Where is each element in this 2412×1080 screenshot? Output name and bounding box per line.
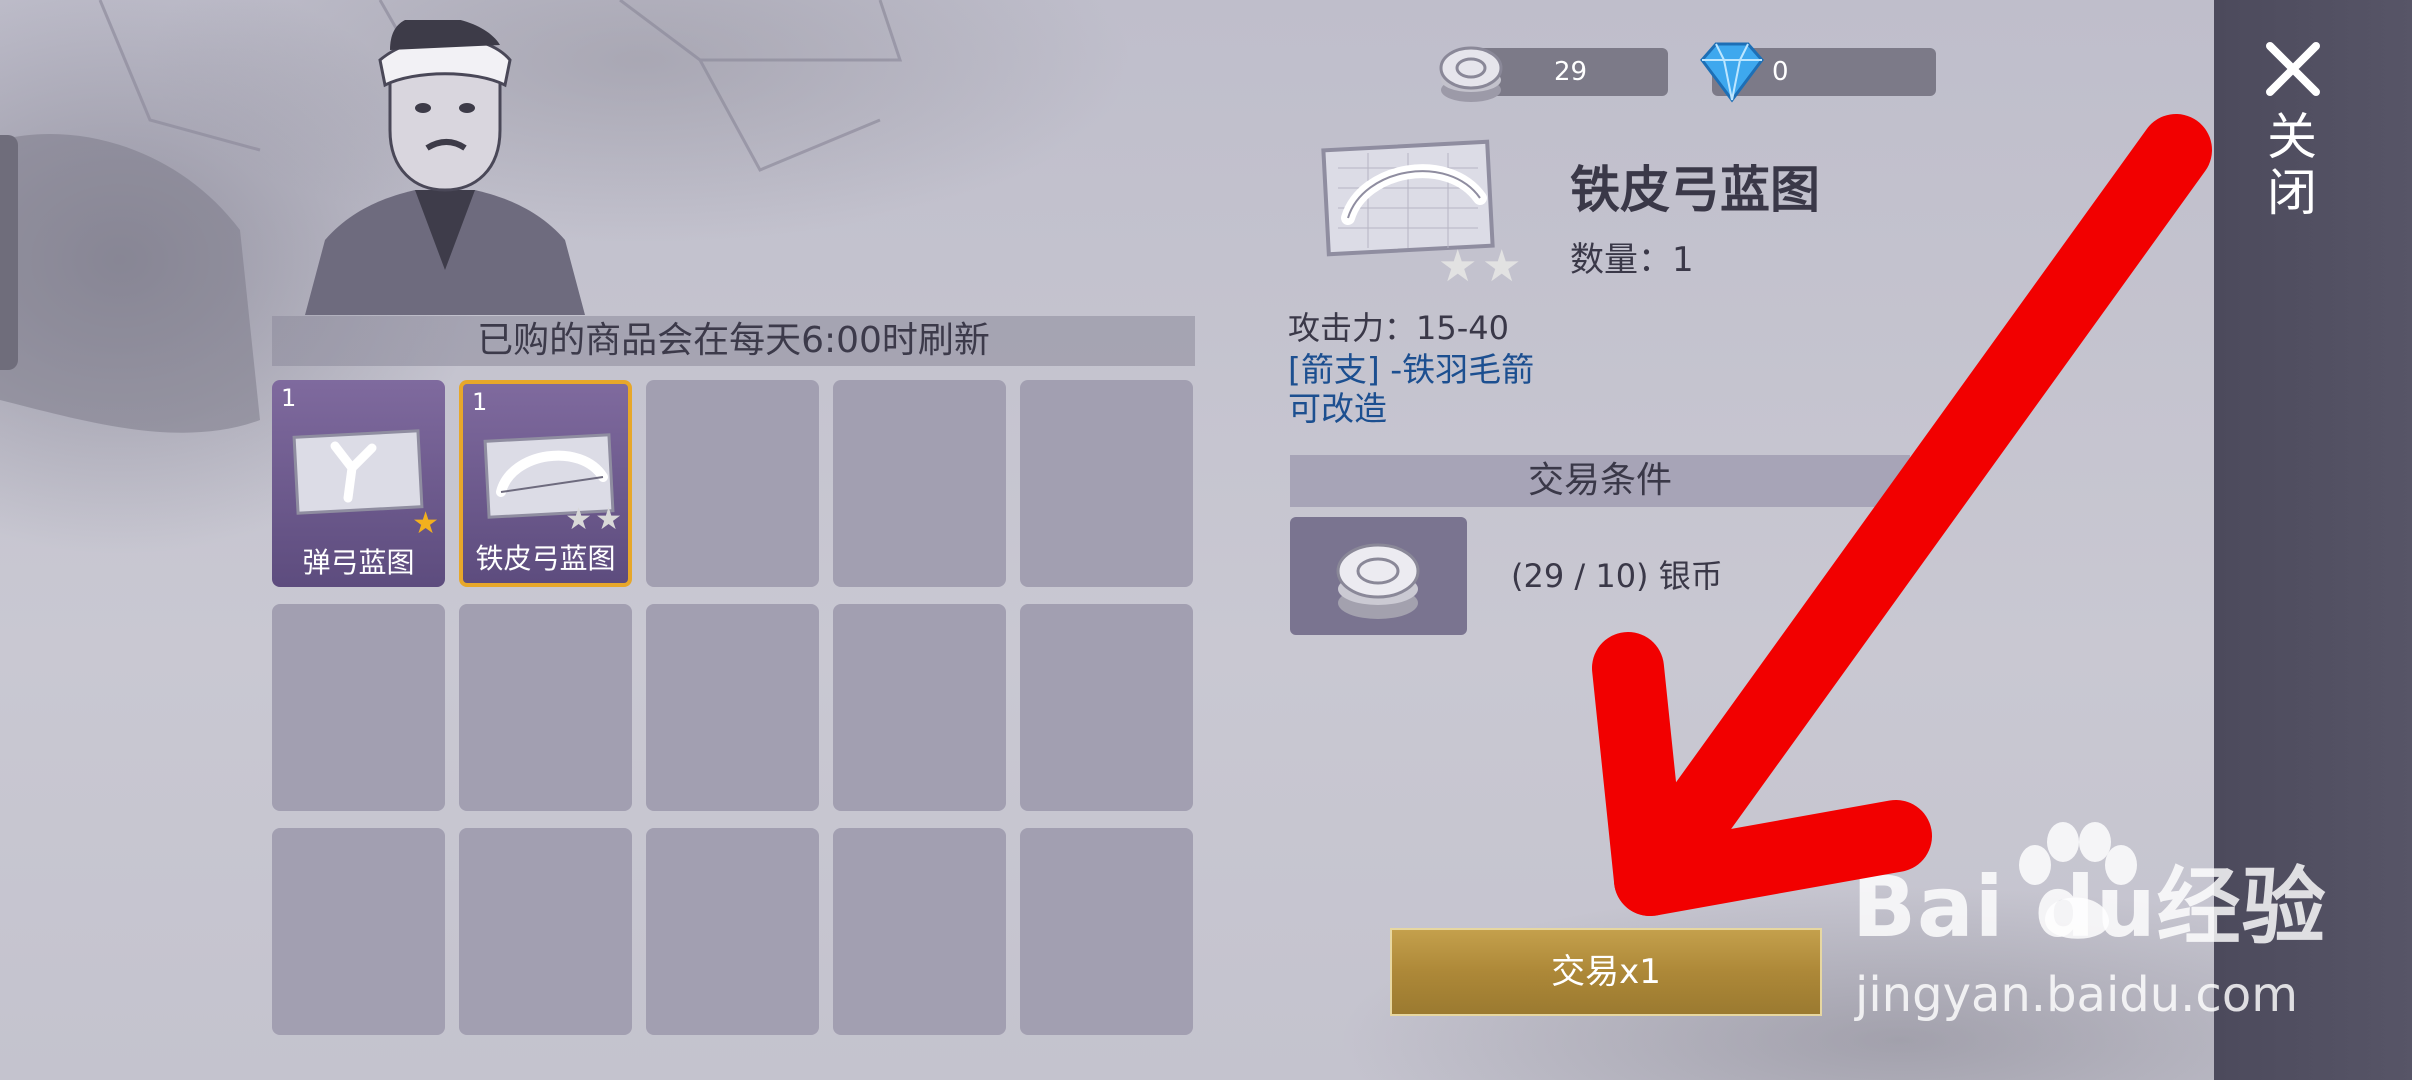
shop-slot-empty[interactable] <box>1020 380 1193 587</box>
shop-slot-empty[interactable] <box>272 828 445 1035</box>
slingshot-blueprint-icon <box>292 429 424 515</box>
item-title: 铁皮弓蓝图 <box>1570 161 1820 219</box>
close-icon[interactable] <box>2262 38 2324 100</box>
shop-slot-empty[interactable] <box>646 828 819 1035</box>
star-icon: ★ <box>1438 241 1478 292</box>
shop-slot-empty[interactable] <box>646 604 819 811</box>
shop-slot-empty[interactable] <box>833 380 1006 587</box>
slot-count: 1 <box>281 384 297 412</box>
baidu-watermark-brand: Bai du经验 <box>1852 858 2327 956</box>
shop-slot-empty[interactable] <box>833 828 1006 1035</box>
star-icon: ★ <box>595 502 622 537</box>
item-quantity: 数量：1 <box>1570 240 1694 280</box>
shop-slot-empty[interactable] <box>272 604 445 811</box>
shop-slot-empty[interactable] <box>1020 828 1193 1035</box>
iron-bow-blueprint-icon <box>1321 139 1495 257</box>
slot-name: 弹弓蓝图 <box>302 546 415 579</box>
baidu-watermark-url: jingyan.baidu.com <box>1855 967 2298 1023</box>
trade-conditions-header: 交易条件 <box>1290 455 1910 507</box>
silver-coin-slot <box>1290 517 1467 635</box>
star-icon: ★ <box>565 502 592 537</box>
gem-amount: 0 <box>1772 57 1789 87</box>
shop-slot-iron-bow-blueprint[interactable]: 1 ★ ★ 铁皮弓蓝图 <box>459 380 632 587</box>
shop-slot-slingshot-blueprint[interactable]: 1 ★ 弹弓蓝图 <box>272 380 445 587</box>
shop-slot-empty[interactable] <box>646 380 819 587</box>
silver-coin-icon <box>1336 543 1420 619</box>
silver-coin-icon <box>1439 46 1503 102</box>
trade-button[interactable]: 交易x1 <box>1390 928 1822 1016</box>
side-drawer-handle[interactable] <box>0 135 18 370</box>
star-icon: ★ <box>412 506 439 541</box>
refresh-notice: 已购的商品会在每天6:00时刷新 <box>272 316 1195 366</box>
shop-slot-empty[interactable] <box>833 604 1006 811</box>
trade-condition-text: (29 / 10) 银币 <box>1511 557 1723 595</box>
silver-amount: 29 <box>1554 57 1588 87</box>
star-icon: ★ <box>1482 241 1522 292</box>
shop-slot-empty[interactable] <box>459 604 632 811</box>
slot-name: 铁皮弓蓝图 <box>475 542 616 575</box>
slot-count: 1 <box>472 388 488 416</box>
diamond-icon <box>1700 42 1764 103</box>
shop-slot-empty[interactable] <box>459 828 632 1035</box>
merchant-portrait <box>305 20 585 315</box>
shop-slot-empty[interactable] <box>1020 604 1193 811</box>
modifiable-link[interactable]: 可改造 <box>1288 382 1387 430</box>
close-label[interactable]: 关闭 <box>2259 110 2324 222</box>
